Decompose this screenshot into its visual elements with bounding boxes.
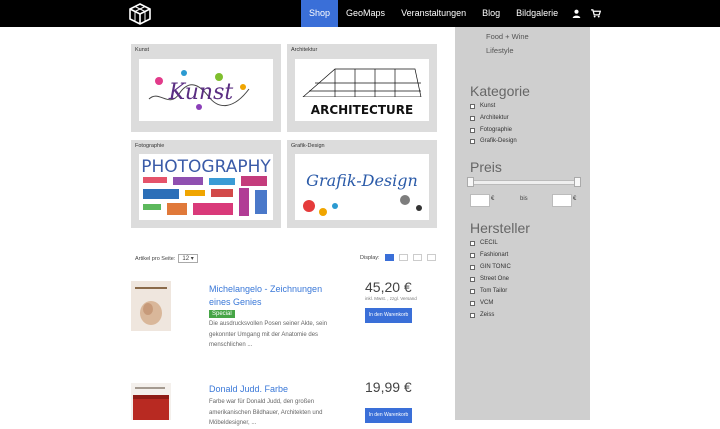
top-navbar: Shop GeoMaps Veranstaltungen Blog Bildga… (0, 0, 720, 27)
category-label: Architektur (291, 47, 318, 53)
price-max-currency: € (573, 196, 577, 202)
filter-gin-tonic[interactable]: GIN TONIC (470, 264, 511, 270)
checkbox[interactable] (470, 138, 475, 144)
product-price: 19,99 € (365, 379, 412, 395)
price-max-input[interactable] (552, 194, 572, 207)
checkbox[interactable] (470, 264, 475, 270)
category-label: Fotographie (135, 143, 165, 149)
filter-tom-tailor[interactable]: Tom Tailor (470, 288, 507, 294)
filter-fashionart[interactable]: Fashionart (470, 252, 508, 258)
category-image-architektur: ARCHITECTURE (295, 59, 429, 121)
product-thumbnail[interactable] (131, 281, 171, 331)
checkbox[interactable] (470, 127, 475, 133)
grafik-design-artwork-text: Grafik-Design (306, 171, 418, 190)
price-min-input[interactable] (470, 194, 490, 207)
checkbox[interactable] (470, 115, 475, 121)
per-page-select[interactable]: 12 ▾ (178, 254, 198, 263)
price-slider-min-handle[interactable] (467, 177, 474, 187)
category-image-grafik-design: Grafik-Design (295, 154, 429, 220)
filter-sidebar: Food + Wine Lifestyle Kategorie Kunst Ar… (455, 27, 590, 420)
product-description: Die ausdrucksvollen Posen seiner Akte, s… (209, 321, 328, 348)
product-title-link[interactable]: Michelangelo - Zeichnungen eines Genies (209, 283, 344, 309)
items-per-page-control: Artikel pro Seite: 12 ▾ (135, 254, 198, 263)
grid-view-icon[interactable] (398, 254, 408, 261)
architecture-artwork-text: ARCHITECTURE (311, 103, 413, 117)
checkbox[interactable] (470, 252, 475, 258)
cart-icon[interactable] (586, 0, 606, 27)
product-description: Farbe war für Donald Judd, den großen am… (209, 399, 323, 426)
filter-fotographie[interactable]: Fotographie (470, 127, 512, 133)
preis-heading: Preis (470, 159, 502, 175)
filter-kunst[interactable]: Kunst (470, 103, 495, 109)
nav-bildgalerie[interactable]: Bildgalerie (508, 0, 566, 27)
product-thumbnail[interactable] (131, 383, 171, 420)
nav-shop[interactable]: Shop (301, 0, 339, 27)
filter-cecil[interactable]: CECIL (470, 240, 498, 246)
category-tile-kunst[interactable]: Kunst Kunst (131, 44, 281, 132)
category-tile-grafik-design[interactable]: Grafik-Design Grafik-Design (287, 140, 437, 228)
category-image-fotographie: PHOTOGRAPHY (139, 154, 273, 220)
sidebar-link-food-wine[interactable]: Food + Wine (486, 32, 529, 41)
nav-veranstaltungen[interactable]: Veranstaltungen (393, 0, 474, 27)
display-mode-control: Display: (360, 254, 436, 261)
price-to-label: bis (520, 196, 528, 202)
cube-logo-icon[interactable] (129, 3, 151, 25)
nav-blog[interactable]: Blog (474, 0, 508, 27)
product-title-link[interactable]: Donald Judd. Farbe (209, 383, 344, 396)
filter-vcm[interactable]: VCM (470, 300, 493, 306)
filter-architektur[interactable]: Architektur (470, 115, 509, 121)
add-to-cart-button[interactable]: In den Warenkorb (365, 308, 412, 323)
filter-street-one[interactable]: Street One (470, 276, 509, 282)
large-grid-view-icon[interactable] (412, 254, 422, 261)
price-min-currency: € (491, 196, 495, 202)
filter-grafik-design[interactable]: Grafik-Design (470, 138, 517, 144)
category-label: Kunst (135, 47, 150, 53)
kategorie-heading: Kategorie (470, 83, 530, 99)
product-price: 45,20 € (365, 279, 412, 295)
price-slider-max-handle[interactable] (574, 177, 581, 187)
filter-zeiss[interactable]: Zeiss (470, 312, 494, 318)
kunst-artwork-text: Kunst (168, 80, 234, 105)
checkbox[interactable] (470, 300, 475, 306)
checkbox[interactable] (470, 103, 475, 109)
add-to-cart-button[interactable]: In den Warenkorb (365, 408, 412, 423)
compact-grid-view-icon[interactable] (426, 254, 436, 261)
list-view-icon[interactable] (384, 254, 394, 261)
user-icon[interactable] (566, 0, 586, 27)
checkbox[interactable] (470, 276, 475, 282)
checkbox[interactable] (470, 288, 475, 294)
vat-note: inkl. Mwst. , zzgl. Versand (365, 296, 417, 301)
category-label: Grafik-Design (291, 143, 325, 149)
checkbox[interactable] (470, 312, 475, 318)
nav-geomaps[interactable]: GeoMaps (338, 0, 393, 27)
sidebar-link-lifestyle[interactable]: Lifestyle (486, 46, 514, 55)
photography-artwork-text: PHOTOGRAPHY (141, 157, 271, 177)
category-image-kunst: Kunst (139, 59, 273, 121)
special-badge: Special (209, 310, 235, 318)
main-nav: Shop GeoMaps Veranstaltungen Blog Bildga… (301, 0, 606, 27)
checkbox[interactable] (470, 240, 475, 246)
display-label: Display: (360, 254, 380, 261)
per-page-label: Artikel pro Seite: (135, 255, 176, 262)
category-tile-fotographie[interactable]: Fotographie PHOTOGRAPHY (131, 140, 281, 228)
category-tile-architektur[interactable]: Architektur ARCHITECTURE (287, 44, 437, 132)
hersteller-heading: Hersteller (470, 220, 530, 236)
price-slider-track[interactable] (470, 180, 580, 185)
